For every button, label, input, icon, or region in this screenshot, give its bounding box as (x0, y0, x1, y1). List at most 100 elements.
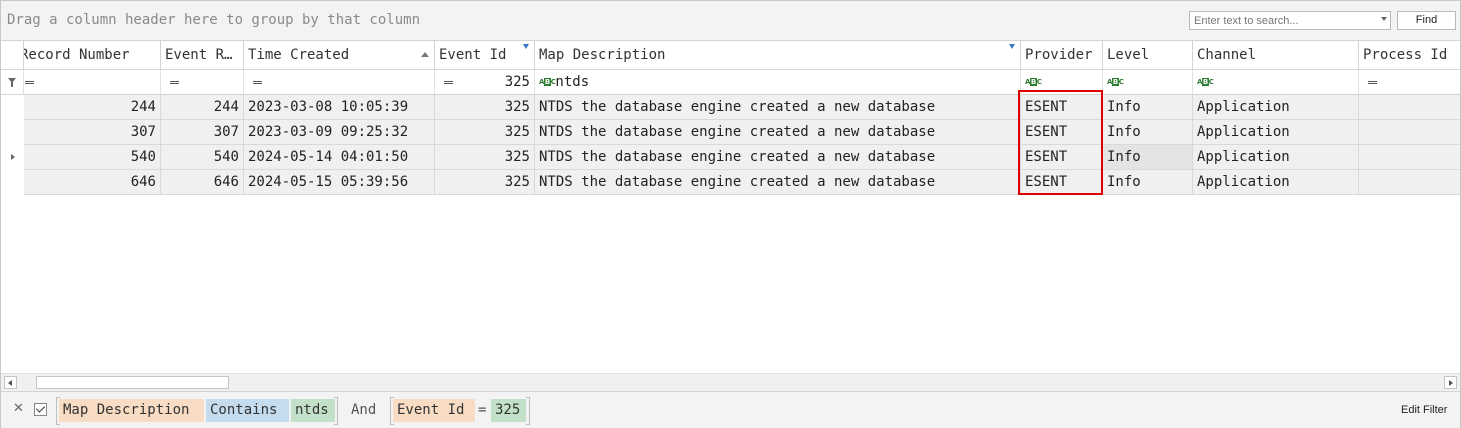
filter-cell-event-id[interactable]: 325 (435, 70, 535, 94)
filter-cell-channel[interactable]: ABC (1193, 70, 1359, 94)
search-input[interactable] (1190, 12, 1378, 30)
filter-event-id-value[interactable]: 325 (505, 70, 530, 94)
cell-event-id[interactable]: 325 (435, 145, 535, 170)
column-header-provider[interactable]: Provider (1021, 41, 1103, 69)
table-row[interactable]: 646 646 2024-05-15 05:39:56 325 NTDS the… (1, 170, 1460, 195)
abc-text-filter-icon[interactable]: ABC (1197, 77, 1214, 87)
cell-time-created[interactable]: 2023-03-09 09:25:32 (244, 120, 435, 145)
cell-record-number[interactable]: 244 (24, 95, 161, 120)
scroll-left-arrow-icon[interactable] (4, 376, 17, 389)
cell-process-id[interactable] (1359, 170, 1460, 195)
funnel-icon (8, 78, 16, 87)
group-by-panel[interactable]: Drag a column header here to group by th… (1, 1, 1460, 41)
equals-icon[interactable] (170, 81, 179, 84)
cell-event-record[interactable]: 646 (161, 170, 244, 195)
edit-filter-link[interactable]: Edit Filter (1401, 404, 1447, 416)
column-header-time-created[interactable]: Time Created (244, 41, 435, 69)
column-header-record-number[interactable]: Record Number (24, 41, 161, 69)
cell-level[interactable]: Info (1103, 120, 1193, 145)
row-indicator[interactable] (1, 95, 24, 120)
filter-cell-record-number[interactable] (24, 70, 161, 94)
filter-cell-event-record[interactable] (161, 70, 244, 94)
cell-time-created[interactable]: 2023-03-08 10:05:39 (244, 95, 435, 120)
filter-cell-level[interactable]: ABC (1103, 70, 1193, 94)
abc-text-filter-icon[interactable]: ABC (539, 77, 556, 87)
cell-provider[interactable]: ESENT (1021, 95, 1103, 120)
scrollbar-thumb[interactable] (36, 376, 229, 389)
filter-group-close-bracket (526, 397, 530, 425)
abc-text-filter-icon[interactable]: ABC (1107, 77, 1124, 87)
filter-condition-1-value[interactable]: ntds (291, 399, 335, 422)
cell-event-record[interactable]: 244 (161, 95, 244, 120)
cell-event-id[interactable]: 325 (435, 170, 535, 195)
cell-event-record[interactable]: 307 (161, 120, 244, 145)
cell-map-description[interactable]: NTDS the database engine created a new d… (535, 170, 1021, 195)
row-indicator[interactable] (1, 170, 24, 195)
column-header-event-record[interactable]: Event R… (161, 41, 244, 69)
cell-record-number[interactable]: 540 (24, 145, 161, 170)
cell-level[interactable]: Info (1103, 170, 1193, 195)
column-filter-icon[interactable] (523, 44, 529, 49)
cell-record-number[interactable]: 307 (24, 120, 161, 145)
column-filter-icon[interactable] (1009, 44, 1015, 49)
cell-provider[interactable]: ESENT (1021, 145, 1103, 170)
filter-condition-2-value[interactable]: 325 (491, 399, 526, 422)
cell-channel[interactable]: Application (1193, 95, 1359, 120)
sort-ascending-icon (421, 52, 429, 57)
cell-process-id[interactable] (1359, 145, 1460, 170)
equals-icon[interactable] (444, 81, 453, 84)
filter-joiner-and[interactable]: And (347, 399, 380, 422)
filter-condition-2-field[interactable]: Event Id (393, 399, 475, 422)
cell-event-id[interactable]: 325 (435, 95, 535, 120)
equals-icon[interactable] (25, 81, 34, 84)
filter-cell-process-id[interactable] (1359, 70, 1460, 94)
row-indicator[interactable] (1, 120, 24, 145)
table-row[interactable]: 307 307 2023-03-09 09:25:32 325 NTDS the… (1, 120, 1460, 145)
table-row-current[interactable]: 540 540 2024-05-14 04:01:50 325 NTDS the… (1, 145, 1460, 170)
cell-map-description[interactable]: NTDS the database engine created a new d… (535, 120, 1021, 145)
cell-event-id[interactable]: 325 (435, 120, 535, 145)
search-box[interactable] (1189, 11, 1391, 30)
auto-filter-row: 325 ABCntds ABC ABC ABC (1, 70, 1460, 95)
equals-icon[interactable] (253, 81, 262, 84)
column-header-event-id[interactable]: Event Id (435, 41, 535, 69)
scroll-right-arrow-icon[interactable] (1444, 376, 1457, 389)
filter-cell-time-created[interactable] (244, 70, 435, 94)
cell-channel[interactable]: Application (1193, 145, 1359, 170)
row-indicator[interactable] (1, 145, 24, 170)
table-row[interactable]: 244 244 2023-03-08 10:05:39 325 NTDS the… (1, 95, 1460, 120)
row-indicator-arrow-icon (11, 154, 15, 160)
filter-panel: ✕ Map Description Contains ntds And Even… (1, 391, 1460, 428)
filter-condition-2-operator[interactable]: = (475, 399, 491, 422)
cell-record-number[interactable]: 646 (24, 170, 161, 195)
filter-condition-1-field[interactable]: Map Description (59, 399, 204, 422)
column-header-process-id[interactable]: Process Id (1359, 41, 1460, 69)
cell-map-description[interactable]: NTDS the database engine created a new d… (535, 95, 1021, 120)
cell-process-id[interactable] (1359, 95, 1460, 120)
filter-cell-provider[interactable]: ABC (1021, 70, 1103, 94)
column-header-channel[interactable]: Channel (1193, 41, 1359, 69)
cell-level-focused[interactable]: Info (1103, 145, 1193, 170)
cell-level[interactable]: Info (1103, 95, 1193, 120)
cell-time-created[interactable]: 2024-05-14 04:01:50 (244, 145, 435, 170)
find-button[interactable]: Find (1397, 11, 1456, 30)
cell-provider[interactable]: ESENT (1021, 170, 1103, 195)
column-header-map-description[interactable]: Map Description (535, 41, 1021, 69)
column-header-level[interactable]: Level (1103, 41, 1193, 69)
clear-filter-close-icon[interactable]: ✕ (13, 401, 24, 416)
filter-cell-map-description[interactable]: ABCntds (535, 70, 1021, 94)
abc-text-filter-icon[interactable]: ABC (1025, 77, 1042, 87)
cell-channel[interactable]: Application (1193, 120, 1359, 145)
cell-process-id[interactable] (1359, 120, 1460, 145)
filter-map-description-value[interactable]: ntds (555, 74, 589, 90)
cell-time-created[interactable]: 2024-05-15 05:39:56 (244, 170, 435, 195)
cell-provider[interactable]: ESENT (1021, 120, 1103, 145)
filter-condition-1-operator[interactable]: Contains (206, 399, 289, 422)
enable-filter-checkbox[interactable] (34, 403, 47, 416)
cell-channel[interactable]: Application (1193, 170, 1359, 195)
horizontal-scrollbar[interactable] (1, 373, 1460, 391)
equals-icon[interactable] (1368, 81, 1377, 84)
cell-map-description[interactable]: NTDS the database engine created a new d… (535, 145, 1021, 170)
search-dropdown-chevron-icon[interactable] (1381, 17, 1387, 21)
cell-event-record[interactable]: 540 (161, 145, 244, 170)
